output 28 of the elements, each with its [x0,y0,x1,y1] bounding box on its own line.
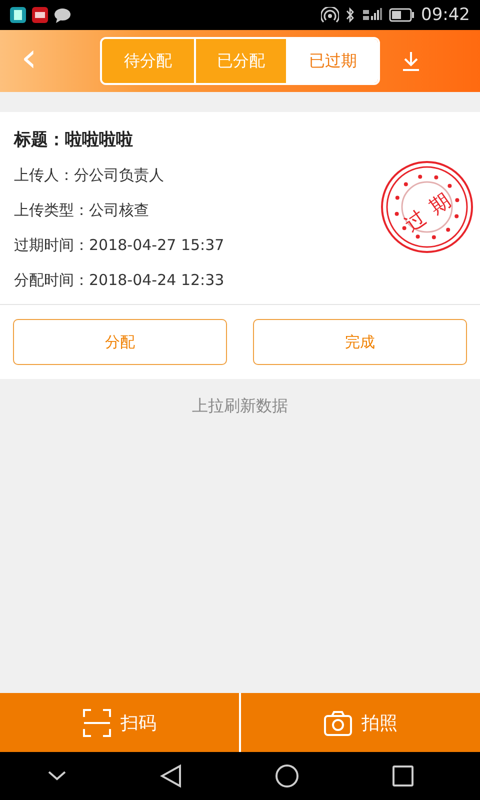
action-button[interactable]: 完成 [253,319,467,365]
info-line: 过期时间：2018-04-27 15:37 [14,235,224,256]
chat-bubble-icon [54,8,71,22]
action-button[interactable]: 分配 [13,319,227,365]
book-app-icon [10,7,26,23]
news-app-icon [32,7,48,23]
tab[interactable]: 已过期 [286,39,378,83]
pull-hint: 上拉刷新数据 [191,395,289,417]
bluetooth-icon [345,7,355,23]
camera-icon [324,710,352,736]
info-line: 上传类型：公司核查 [14,200,150,221]
tab[interactable]: 已分配 [194,39,286,83]
signal-icon [361,7,383,23]
clock-time: 09:42 [421,5,470,25]
tab[interactable]: 待分配 [102,39,194,83]
recents-square-icon [392,765,414,787]
scan-icon [82,708,110,736]
hotspot-icon [321,7,339,23]
back-button[interactable]: ‹ [0,30,58,92]
stamp-text: 过期 [400,181,464,238]
chevron-down-icon [46,770,66,782]
download-icon [402,51,420,71]
info-line: 上传人：分公司负责人 [14,165,165,186]
task-title: 标题：啦啦啦啦 [14,129,134,152]
info-line: 分配时间：2018-04-24 12:33 [14,270,224,291]
home-circle-icon [274,764,298,788]
back-triangle-icon [160,764,182,788]
battery-icon [389,8,415,22]
